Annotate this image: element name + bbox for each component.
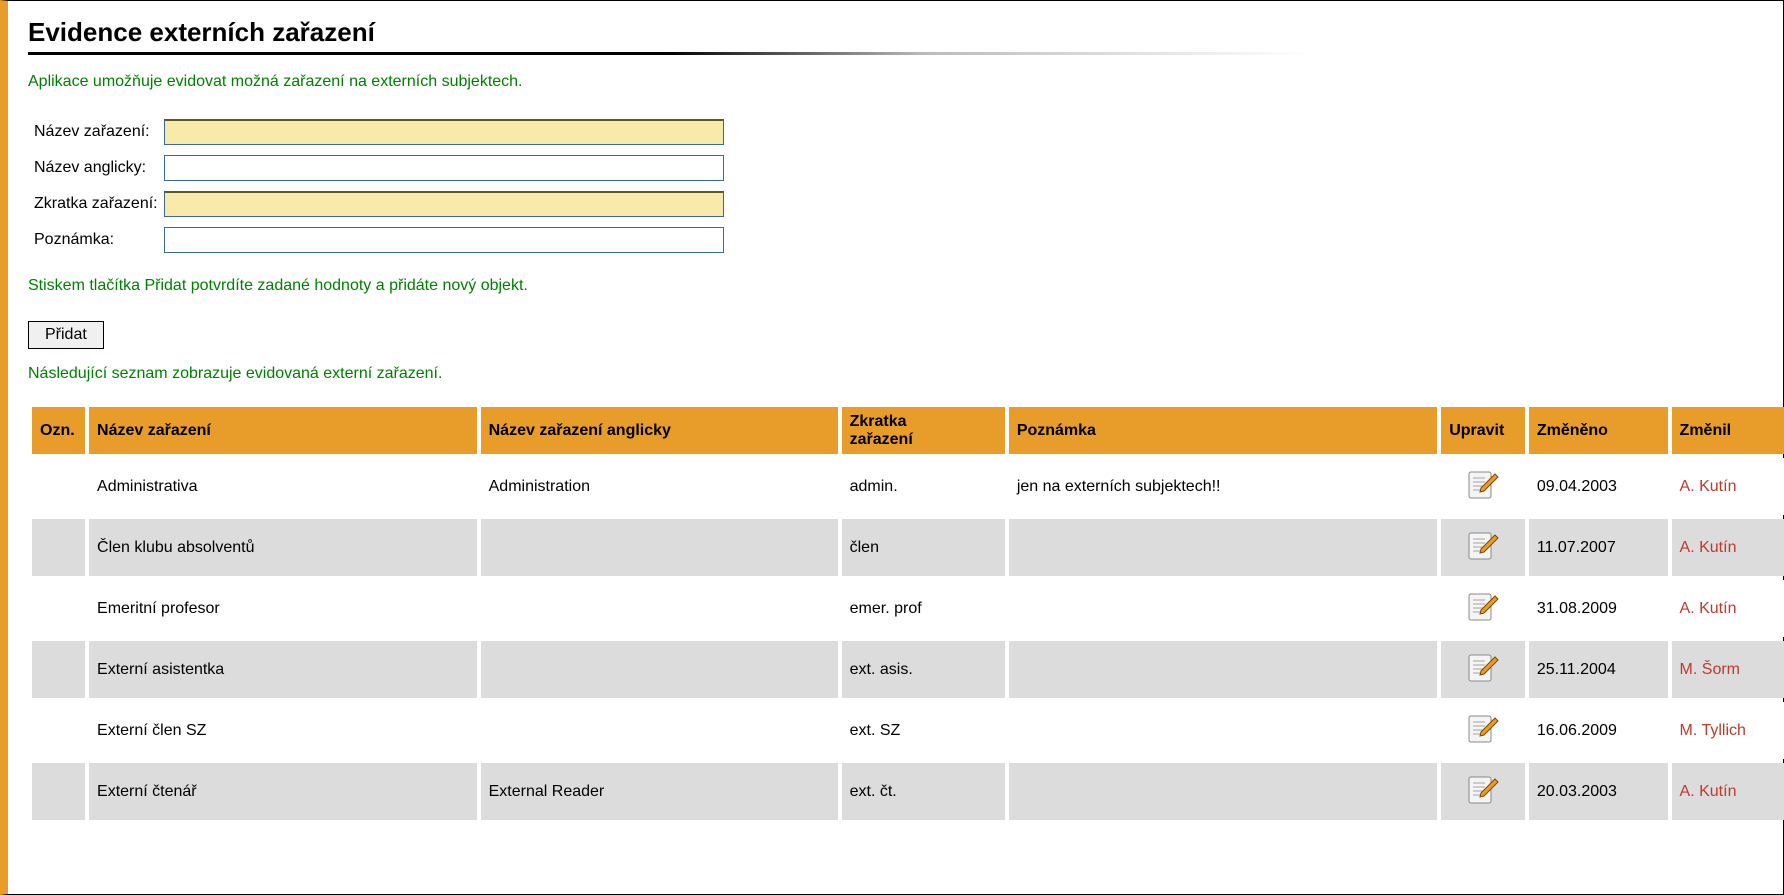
edit-icon[interactable] bbox=[1467, 651, 1499, 683]
cell-upravit bbox=[1441, 580, 1525, 637]
intro-text: Aplikace umožňuje evidovat možná zařazen… bbox=[28, 73, 1763, 91]
th-zkratka: Zkratka zařazení bbox=[842, 407, 1005, 454]
form-table: Název zařazení: Název anglicky: Zkratka … bbox=[34, 111, 730, 261]
edit-icon[interactable] bbox=[1467, 590, 1499, 622]
cell-zkratka: admin. bbox=[842, 458, 1005, 515]
changed-by-link[interactable]: M. Šorm bbox=[1680, 661, 1740, 678]
changed-by-link[interactable]: M. Tyllich bbox=[1680, 722, 1746, 739]
th-poznamka: Poznámka bbox=[1009, 407, 1437, 454]
cell-nazev: Emeritní profesor bbox=[89, 580, 477, 637]
cell-nazev: Člen klubu absolventů bbox=[89, 519, 477, 576]
cell-zmeneno: 20.03.2003 bbox=[1529, 763, 1668, 820]
table-row: Externí čtenářExternal Readerext. čt. 20.… bbox=[32, 763, 1784, 820]
cell-upravit bbox=[1441, 702, 1525, 759]
cell-nazev: Administrativa bbox=[89, 458, 477, 515]
cell-zmenil: A. Kutín bbox=[1672, 763, 1784, 820]
table-row: AdministrativaAdministrationadmin.jen na… bbox=[32, 458, 1784, 515]
table-row: Emeritní profesor emer. prof 31.08.2009 A. … bbox=[32, 580, 1784, 637]
confirm-hint: Stiskem tlačítka Přidat potvrdíte zadané… bbox=[28, 277, 1763, 295]
cell-anglicky: Administration bbox=[481, 458, 838, 515]
th-zkratka-line1: Zkratka bbox=[850, 413, 907, 430]
table-header-row: Ozn. Název zařazení Název zařazení angli… bbox=[32, 407, 1784, 454]
th-ozn: Ozn. bbox=[32, 407, 85, 454]
changed-by-link[interactable]: A. Kutín bbox=[1680, 783, 1737, 800]
cell-anglicky bbox=[481, 702, 838, 759]
edit-icon[interactable] bbox=[1467, 712, 1499, 744]
cell-anglicky: External Reader bbox=[481, 763, 838, 820]
cell-zmenil: M. Šorm bbox=[1672, 641, 1784, 698]
cell-poznamka bbox=[1009, 519, 1437, 576]
cell-ozn bbox=[32, 641, 85, 698]
cell-nazev: Externí člen SZ bbox=[89, 702, 477, 759]
cell-ozn bbox=[32, 519, 85, 576]
cell-poznamka bbox=[1009, 763, 1437, 820]
cell-nazev: Externí asistentka bbox=[89, 641, 477, 698]
th-zkratka-line2: zařazení bbox=[850, 431, 913, 448]
table-row: Externí asistentka ext. asis. 25.11.2004 M.… bbox=[32, 641, 1784, 698]
title-divider bbox=[28, 52, 1308, 55]
changed-by-link[interactable]: A. Kutín bbox=[1680, 539, 1737, 556]
cell-zmenil: M. Tyllich bbox=[1672, 702, 1784, 759]
edit-icon[interactable] bbox=[1467, 468, 1499, 500]
cell-upravit bbox=[1441, 519, 1525, 576]
table-row: Externí člen SZ ext. SZ 16.06.2009 M. Tylli… bbox=[32, 702, 1784, 759]
cell-zkratka: ext. čt. bbox=[842, 763, 1005, 820]
changed-by-link[interactable]: A. Kutín bbox=[1680, 478, 1737, 495]
cell-anglicky bbox=[481, 641, 838, 698]
cell-zmeneno: 16.06.2009 bbox=[1529, 702, 1668, 759]
cell-upravit bbox=[1441, 763, 1525, 820]
cell-poznamka bbox=[1009, 702, 1437, 759]
th-zmeneno: Změněno bbox=[1529, 407, 1668, 454]
cell-zkratka: emer. prof bbox=[842, 580, 1005, 637]
input-poznamka[interactable] bbox=[164, 227, 724, 253]
label-nazev: Název zařazení: bbox=[34, 117, 164, 147]
cell-zmeneno: 09.04.2003 bbox=[1529, 458, 1668, 515]
cell-zkratka: ext. asis. bbox=[842, 641, 1005, 698]
cell-zkratka: ext. SZ bbox=[842, 702, 1005, 759]
th-upravit: Upravit bbox=[1441, 407, 1525, 454]
cell-ozn bbox=[32, 580, 85, 637]
edit-icon[interactable] bbox=[1467, 773, 1499, 805]
cell-ozn bbox=[32, 763, 85, 820]
cell-nazev: Externí čtenář bbox=[89, 763, 477, 820]
th-zmenil: Změnil bbox=[1672, 407, 1784, 454]
cell-zmenil: A. Kutín bbox=[1672, 580, 1784, 637]
cell-anglicky bbox=[481, 519, 838, 576]
cell-poznamka bbox=[1009, 580, 1437, 637]
cell-upravit bbox=[1441, 641, 1525, 698]
cell-poznamka: jen na externích subjektech!! bbox=[1009, 458, 1437, 515]
cell-ozn bbox=[32, 702, 85, 759]
cell-upravit bbox=[1441, 458, 1525, 515]
label-zkratka: Zkratka zařazení: bbox=[34, 189, 164, 219]
list-hint: Následující seznam zobrazuje evidovaná e… bbox=[28, 365, 1763, 383]
table-row: Člen klubu absolventů člen 11.07.2007 A. Ku… bbox=[32, 519, 1784, 576]
th-anglicky: Název zařazení anglicky bbox=[481, 407, 838, 454]
label-anglicky: Název anglicky: bbox=[34, 153, 164, 183]
cell-poznamka bbox=[1009, 641, 1437, 698]
cell-zmeneno: 25.11.2004 bbox=[1529, 641, 1668, 698]
cell-zmeneno: 31.08.2009 bbox=[1529, 580, 1668, 637]
input-anglicky[interactable] bbox=[164, 155, 724, 181]
edit-icon[interactable] bbox=[1467, 529, 1499, 561]
page-title: Evidence externích zařazení bbox=[28, 17, 1763, 50]
cell-zmenil: A. Kutín bbox=[1672, 519, 1784, 576]
cell-zkratka: člen bbox=[842, 519, 1005, 576]
input-nazev[interactable] bbox=[164, 119, 724, 145]
add-button[interactable]: Přidat bbox=[28, 321, 104, 349]
input-zkratka[interactable] bbox=[164, 191, 724, 217]
th-nazev: Název zařazení bbox=[89, 407, 477, 454]
data-table: Ozn. Název zařazení Název zařazení angli… bbox=[28, 403, 1784, 824]
cell-zmenil: A. Kutín bbox=[1672, 458, 1784, 515]
label-poznamka: Poznámka: bbox=[34, 225, 164, 255]
changed-by-link[interactable]: A. Kutín bbox=[1680, 600, 1737, 617]
cell-anglicky bbox=[481, 580, 838, 637]
cell-ozn bbox=[32, 458, 85, 515]
cell-zmeneno: 11.07.2007 bbox=[1529, 519, 1668, 576]
